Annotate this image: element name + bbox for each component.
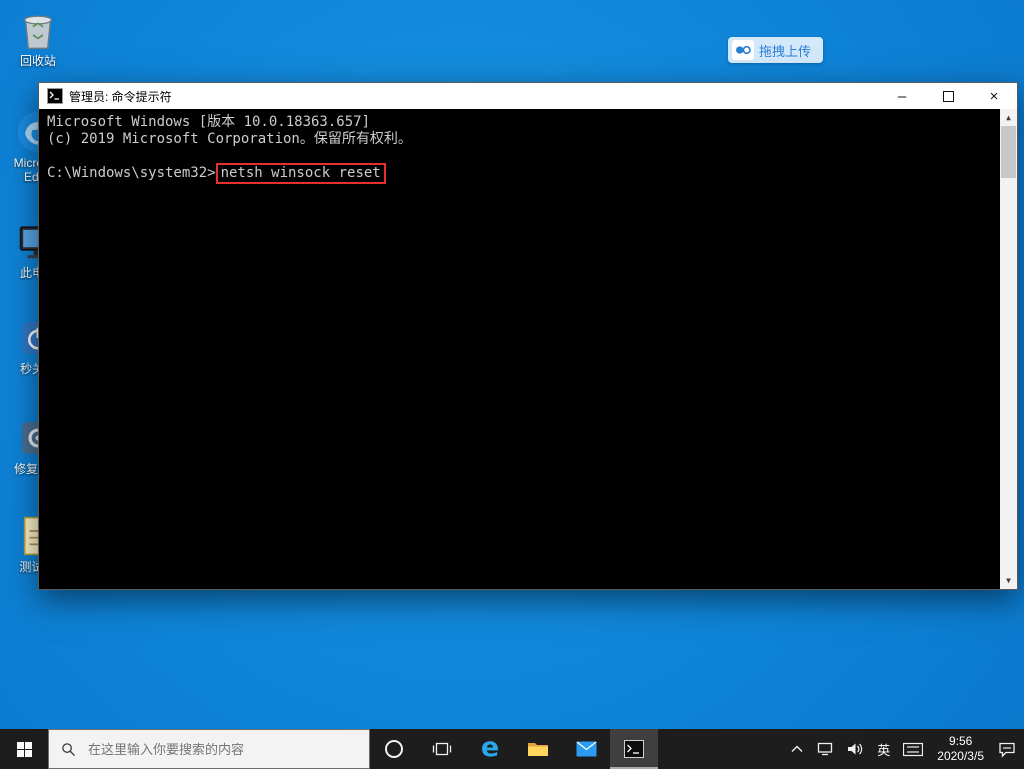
window-controls: – × [879,83,1017,109]
console-prompt-line: C:\Windows\system32> netsh winsock reset [47,163,993,184]
folder-icon [528,743,548,756]
clock-date: 2020/3/5 [937,749,984,763]
recycle-bin-icon [16,8,60,52]
upload-icon [732,40,754,60]
highlighted-command: netsh winsock reset [215,163,386,184]
search-input[interactable] [86,740,340,758]
clock[interactable]: 9:56 2020/3/5 [929,734,992,764]
keyboard-icon [903,742,924,756]
cmd-taskbar-button[interactable] [610,729,658,769]
volume-button[interactable] [840,729,870,769]
mail-button[interactable] [562,729,610,769]
tray-expand-button[interactable] [784,729,810,769]
console-line: Microsoft Windows [版本 10.0.18363.657] [47,114,371,130]
action-center-button[interactable] [992,729,1022,769]
cmd-titlebar-icon [47,88,63,104]
cortana-button[interactable] [370,729,418,769]
chevron-up-icon [791,745,803,752]
edge-taskbar-button[interactable]: e [466,729,514,769]
task-view-button[interactable] [418,729,466,769]
cmd-window: 管理员: 命令提示符 – × Microsoft Windows [版本 10.… [38,82,1018,590]
mail-icon [576,741,596,757]
upload-button[interactable]: 拖拽上传 [728,37,824,63]
action-center-icon [999,742,1015,758]
maximize-button[interactable] [925,83,971,109]
console-prompt: C:\Windows\system32> [47,165,216,181]
window-title: 管理员: 命令提示符 [69,89,172,104]
cmd-icon [624,740,644,758]
upload-button-label: 拖拽上传 [759,43,812,59]
clock-time: 9:56 [948,734,973,748]
scrollbar-thumb[interactable] [1001,126,1016,178]
speaker-icon [848,743,863,755]
maximize-icon [942,90,954,102]
network-button[interactable] [810,729,840,769]
task-view-icon [432,742,452,756]
console-output[interactable]: Microsoft Windows [版本 10.0.18363.657] (c… [39,109,1017,589]
start-button[interactable] [0,729,48,769]
ime-indicator[interactable]: 英 [870,729,897,769]
search-icon [62,742,76,756]
cortana-icon [385,740,403,758]
edge-icon: e [480,731,500,763]
close-button[interactable]: × [971,83,1017,109]
network-icon [818,742,833,756]
minimize-button[interactable]: – [879,83,925,109]
desktop-icon-recycle-bin[interactable]: 回收站 [0,8,76,68]
file-explorer-button[interactable] [514,729,562,769]
system-tray: 英 9:56 2020/3/5 [784,729,1024,769]
touch-keyboard-button[interactable] [897,729,929,769]
taskbar-search[interactable] [48,729,370,769]
console-line: (c) 2019 Microsoft Corporation。保留所有权利。 [47,131,412,147]
scrollbar[interactable]: ▲ ▼ [1000,109,1017,589]
cmd-titlebar[interactable]: 管理员: 命令提示符 – × [39,83,1017,109]
windows-logo-icon [16,741,32,757]
scroll-up-icon[interactable]: ▲ [1000,109,1017,126]
scroll-down-icon[interactable]: ▼ [1000,572,1017,589]
taskbar: e [0,729,1024,769]
desktop-icon-label: 回收站 [19,54,56,68]
